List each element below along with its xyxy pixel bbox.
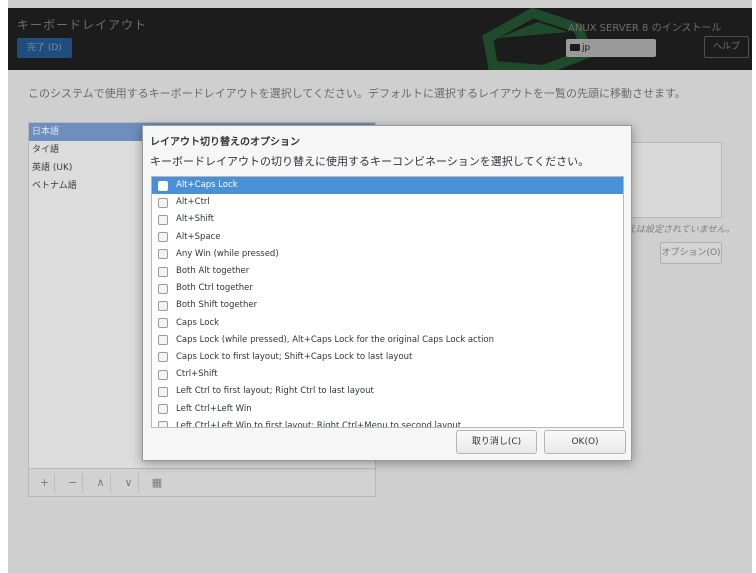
preview-layout-button[interactable]: ▦ [147, 473, 167, 493]
checkbox[interactable] [158, 318, 168, 329]
layout-test-area[interactable] [620, 142, 722, 218]
keyboard-icon [570, 44, 580, 51]
list-item[interactable]: Ctrl+Shift [152, 366, 623, 383]
keyboard-indicator[interactable]: jp [566, 39, 656, 57]
option-label: Any Win (while pressed) [176, 248, 279, 259]
keyboard-indicator-label: jp [582, 43, 591, 53]
list-item[interactable]: Any Win (while pressed) [152, 246, 623, 263]
option-label: Alt+Shift [176, 214, 214, 225]
checkbox[interactable] [158, 266, 168, 277]
list-item[interactable]: Left Ctrl to first layout; Right Ctrl to… [152, 383, 623, 400]
option-label: Both Shift together [176, 300, 258, 311]
list-item[interactable]: Both Shift together [152, 297, 623, 314]
option-label: Ctrl+Shift [176, 369, 218, 380]
list-item[interactable]: Caps Lock [152, 315, 623, 332]
frame-edge [752, 0, 756, 573]
option-label: Left Ctrl+Left Win to first layout; Righ… [176, 420, 462, 428]
option-label: Caps Lock to first layout; Shift+Caps Lo… [176, 351, 413, 362]
dialog-subtitle: キーボードレイアウトの切り替えに使用するキーコンビネーションを選択してください。 [150, 155, 590, 168]
option-label: Alt+Ctrl [176, 197, 210, 208]
list-item[interactable]: Alt+Shift [152, 211, 623, 228]
move-down-button[interactable]: ∨ [119, 473, 139, 493]
switch-options-list[interactable]: Alt+Caps Lock Alt+Ctrl Alt+Shift Alt+Spa… [151, 176, 624, 428]
list-item[interactable]: Alt+Ctrl [152, 194, 623, 211]
instruction-text: このシステムで使用するキーボードレイアウトを選択してください。デフォルトに選択す… [28, 87, 686, 100]
option-label: Both Alt together [176, 266, 250, 277]
checkbox[interactable] [158, 300, 168, 311]
option-label: Alt+Caps Lock [176, 180, 238, 191]
frame-edge [0, 0, 8, 573]
checkbox[interactable] [158, 283, 168, 294]
help-button[interactable]: ヘルプ [704, 36, 749, 58]
list-item[interactable]: Both Alt together [152, 263, 623, 280]
checkbox[interactable] [158, 249, 168, 260]
remove-layout-button[interactable]: − [63, 473, 83, 493]
list-item[interactable]: Left Ctrl+Left Win to first layout; Righ… [152, 418, 623, 428]
install-title: ANUX SERVER 8 のインストール [568, 23, 722, 34]
checkbox[interactable] [158, 352, 168, 363]
option-label: Caps Lock [176, 317, 220, 328]
options-button[interactable]: オプション(O) [660, 242, 722, 264]
add-layout-button[interactable]: + [35, 473, 55, 493]
checkbox[interactable] [158, 214, 168, 225]
checkbox[interactable] [158, 197, 168, 208]
dialog-title: レイアウト切り替えのオプション [150, 137, 300, 148]
checkbox[interactable] [158, 369, 168, 380]
checkbox[interactable] [158, 404, 168, 415]
list-item[interactable]: Caps Lock (while pressed), Alt+Caps Lock… [152, 332, 623, 349]
checkbox[interactable] [158, 180, 168, 191]
page-title: キーボードレイアウト [17, 18, 148, 32]
header-bar: キーボードレイアウト 完了 (D) ANUX SERVER 8 のインストール … [8, 8, 752, 70]
list-item[interactable]: Caps Lock to first layout; Shift+Caps Lo… [152, 349, 623, 366]
option-label: Alt+Space [176, 231, 221, 242]
ok-button[interactable]: OK(O) [544, 430, 626, 454]
move-up-button[interactable]: ∧ [91, 473, 111, 493]
checkbox[interactable] [158, 386, 168, 397]
done-button[interactable]: 完了 (D) [17, 38, 72, 58]
checkbox[interactable] [158, 421, 168, 427]
list-item[interactable]: Left Ctrl+Left Win [152, 400, 623, 417]
list-item[interactable]: Both Ctrl together [152, 280, 623, 297]
switch-status-note: えは設定されていません。 [627, 225, 735, 235]
option-label: Left Ctrl+Left Win [176, 403, 252, 414]
option-label: Both Ctrl together [176, 283, 253, 294]
cancel-button[interactable]: 取り消し(C) [456, 430, 537, 454]
list-item[interactable]: Alt+Caps Lock [152, 177, 623, 195]
option-label: Left Ctrl to first layout; Right Ctrl to… [176, 386, 374, 397]
layout-toolbar: + − ∧ ∨ ▦ [29, 468, 375, 496]
option-label: Caps Lock (while pressed), Alt+Caps Lock… [176, 334, 495, 345]
checkbox[interactable] [158, 232, 168, 243]
checkbox[interactable] [158, 335, 168, 346]
layout-switch-dialog: レイアウト切り替えのオプション キーボードレイアウトの切り替えに使用するキーコン… [142, 125, 632, 461]
list-item[interactable]: Alt+Space [152, 229, 623, 246]
